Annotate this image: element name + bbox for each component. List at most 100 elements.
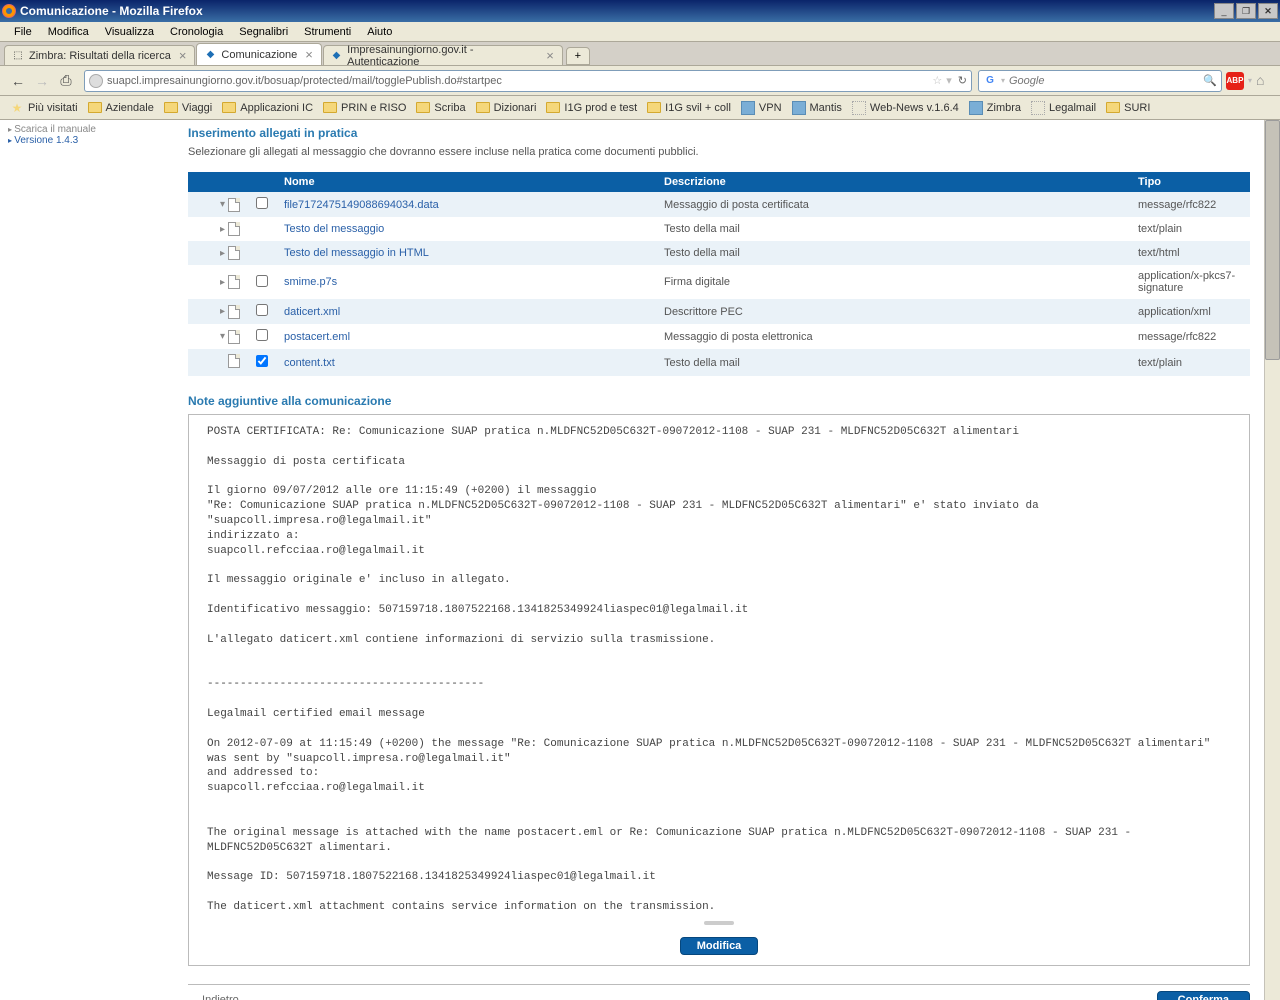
col-check bbox=[248, 172, 276, 192]
bookmark-label: SURI bbox=[1124, 102, 1150, 114]
bookmark-item[interactable]: Zimbra bbox=[965, 99, 1025, 117]
tabstrip: ⬚ Zimbra: Risultati della ricerca × ◆ Co… bbox=[0, 42, 1280, 66]
file-link[interactable]: Testo del messaggio in HTML bbox=[284, 247, 429, 259]
search-input[interactable] bbox=[1009, 75, 1203, 87]
folder-icon bbox=[164, 102, 178, 113]
row-desc: Messaggio di posta elettronica bbox=[656, 324, 1130, 349]
tab-zimbra[interactable]: ⬚ Zimbra: Risultati della ricerca × bbox=[4, 45, 195, 65]
table-row: ▸ Testo del messaggioTesto della mailtex… bbox=[188, 217, 1250, 241]
file-link[interactable]: Testo del messaggio bbox=[284, 223, 384, 235]
sidebar-item-version[interactable]: Versione 1.4.3 bbox=[8, 135, 162, 146]
scrollbar-track[interactable] bbox=[1264, 120, 1280, 1000]
col-name: Nome bbox=[276, 172, 656, 192]
row-desc: Messaggio di posta certificata bbox=[656, 192, 1130, 217]
bookmark-label: Applicazioni IC bbox=[240, 102, 313, 114]
row-checkbox[interactable] bbox=[256, 304, 268, 316]
tab-close-icon[interactable]: × bbox=[305, 47, 313, 62]
tab-impresa[interactable]: ◆ Impresainungiorno.gov.it - Autenticazi… bbox=[323, 45, 563, 65]
bookmark-item[interactable]: Aziendale bbox=[84, 100, 158, 116]
forward-button[interactable]: → bbox=[30, 69, 54, 93]
home-button[interactable]: ⌂ bbox=[1256, 72, 1274, 90]
folder-icon bbox=[546, 102, 560, 113]
star-icon[interactable]: ☆ bbox=[932, 74, 942, 87]
tab-comunicazione[interactable]: ◆ Comunicazione × bbox=[196, 43, 321, 65]
tree-toggle-icon[interactable]: ▸ bbox=[220, 275, 240, 289]
url-input[interactable] bbox=[107, 75, 928, 87]
modifica-button[interactable]: Modifica bbox=[680, 937, 759, 955]
sidebar: Scarica il manuale Versione 1.4.3 bbox=[0, 120, 170, 150]
search-bar[interactable]: G▾ 🔍 bbox=[978, 70, 1222, 92]
row-checkbox[interactable] bbox=[256, 275, 268, 287]
close-button[interactable]: ✕ bbox=[1258, 3, 1278, 19]
table-row: ▸ smime.p7sFirma digitaleapplication/x-p… bbox=[188, 265, 1250, 299]
conferma-button[interactable]: Conferma bbox=[1157, 991, 1250, 1000]
row-checkbox[interactable] bbox=[256, 329, 268, 341]
bookmark-item[interactable]: Web-News v.1.6.4 bbox=[848, 99, 963, 117]
search-icon[interactable]: 🔍 bbox=[1203, 74, 1217, 87]
sidebar-item-manual[interactable]: Scarica il manuale bbox=[8, 124, 162, 135]
bookmark-item[interactable]: VPN bbox=[737, 99, 786, 117]
bookmark-item[interactable]: Dizionari bbox=[472, 100, 541, 116]
tab-label: Impresainungiorno.gov.it - Autenticazion… bbox=[347, 44, 538, 68]
url-bar[interactable]: ☆ ▾ ↻ bbox=[84, 70, 972, 92]
bookmark-item[interactable]: PRIN e RISO bbox=[319, 100, 410, 116]
bookmark-item[interactable]: Mantis bbox=[788, 99, 846, 117]
back-button[interactable]: ← bbox=[6, 69, 30, 93]
file-link[interactable]: postacert.eml bbox=[284, 331, 350, 343]
menu-help[interactable]: Aiuto bbox=[359, 24, 400, 40]
menu-file[interactable]: File bbox=[6, 24, 40, 40]
row-desc: Descrittore PEC bbox=[656, 299, 1130, 324]
scrollbar-thumb[interactable] bbox=[1265, 120, 1280, 360]
attachments-table: Nome Descrizione Tipo ▾ file717247514908… bbox=[188, 172, 1250, 376]
menu-view[interactable]: Visualizza bbox=[97, 24, 162, 40]
star-icon: ★ bbox=[10, 101, 24, 115]
document-icon bbox=[228, 354, 240, 368]
bookmark-label: Scriba bbox=[434, 102, 465, 114]
bookmark-item[interactable]: Legalmail bbox=[1027, 99, 1100, 117]
tree-toggle-icon[interactable]: ▸ bbox=[220, 305, 240, 319]
minimize-button[interactable]: _ bbox=[1214, 3, 1234, 19]
row-checkbox[interactable] bbox=[256, 197, 268, 209]
menu-edit[interactable]: Modifica bbox=[40, 24, 97, 40]
abp-icon[interactable]: ABP bbox=[1226, 72, 1244, 90]
bookmark-item[interactable]: I1G prod e test bbox=[542, 100, 641, 116]
table-row: ▾ postacert.eml Messaggio di posta elettr… bbox=[188, 324, 1250, 349]
tree-toggle-icon[interactable]: ▾ bbox=[220, 198, 240, 212]
menu-bookmarks[interactable]: Segnalibri bbox=[231, 24, 296, 40]
reload-button[interactable]: ↻ bbox=[958, 74, 967, 87]
bookmark-item[interactable]: ★ Più visitati bbox=[6, 99, 82, 117]
col-desc: Descrizione bbox=[656, 172, 1130, 192]
print-button[interactable]: ⎙ bbox=[54, 69, 78, 93]
bookmark-item[interactable]: SURI bbox=[1102, 100, 1154, 116]
notes-box: POSTA CERTIFICATA: Re: Comunicazione SUA… bbox=[188, 414, 1250, 966]
file-link[interactable]: content.txt bbox=[284, 357, 335, 369]
tree-toggle-icon[interactable]: ▸ bbox=[220, 246, 240, 260]
tab-favicon: ◆ bbox=[203, 48, 217, 62]
google-icon: G bbox=[983, 74, 997, 88]
bookmark-item[interactable]: Viaggi bbox=[160, 100, 216, 116]
bookmark-icon bbox=[852, 101, 866, 115]
file-link[interactable]: smime.p7s bbox=[284, 276, 337, 288]
newtab-button[interactable]: + bbox=[566, 47, 590, 65]
bookmarks-bar: ★ Più visitati AziendaleViaggi Applicazioni… bbox=[0, 96, 1280, 120]
tab-close-icon[interactable]: × bbox=[179, 48, 187, 63]
menu-history[interactable]: Cronologia bbox=[162, 24, 231, 40]
bookmark-icon bbox=[1031, 101, 1045, 115]
bookmark-icon bbox=[969, 101, 983, 115]
bookmark-item[interactable]: I1G svil + coll bbox=[643, 100, 735, 116]
tree-toggle-icon[interactable]: ▾ bbox=[220, 330, 240, 344]
tree-toggle-icon[interactable]: ▸ bbox=[220, 222, 240, 236]
tab-close-icon[interactable]: × bbox=[546, 48, 554, 63]
indietro-link[interactable]: ← Indietro bbox=[188, 994, 239, 1000]
bookmark-label: Più visitati bbox=[28, 102, 78, 114]
bookmark-item[interactable]: Scriba bbox=[412, 100, 469, 116]
menu-tools[interactable]: Strumenti bbox=[296, 24, 359, 40]
row-checkbox[interactable] bbox=[256, 355, 268, 367]
tree-toggle-icon[interactable] bbox=[228, 354, 240, 368]
row-desc: Testo della mail bbox=[656, 217, 1130, 241]
table-row: ▸ daticert.xmlDescrittore PECapplication… bbox=[188, 299, 1250, 324]
file-link[interactable]: daticert.xml bbox=[284, 306, 340, 318]
file-link[interactable]: file7172475149088694034.data bbox=[284, 199, 439, 211]
bookmark-item[interactable]: Applicazioni IC bbox=[218, 100, 317, 116]
maximize-button[interactable]: ❐ bbox=[1236, 3, 1256, 19]
